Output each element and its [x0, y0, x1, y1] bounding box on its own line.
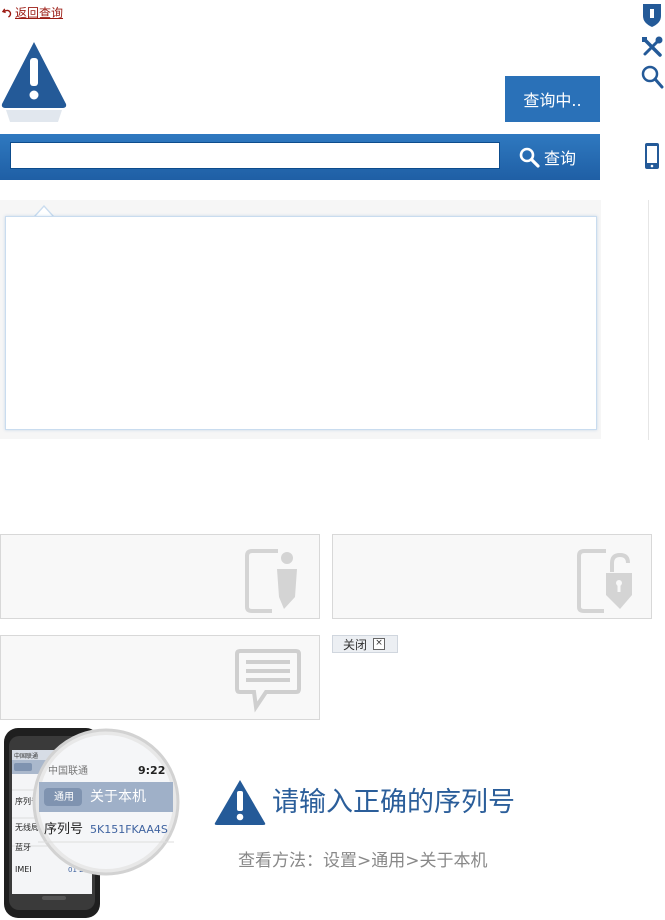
search-button[interactable]: 查询 [518, 143, 588, 171]
search-bar: 查询 [0, 134, 600, 180]
info-card-message[interactable] [0, 635, 320, 720]
info-card-lock[interactable] [332, 534, 652, 619]
tools-icon[interactable] [640, 35, 664, 61]
notice-hint: 查看方法：设置>通用>关于本机 [238, 851, 488, 871]
warning-icon [1, 42, 67, 122]
search-button-label: 查询 [544, 149, 577, 168]
phone-carrier: 中国联通 [48, 764, 88, 777]
phone-row-bluetooth: 蓝牙 [15, 842, 31, 852]
person-tablet-icon [245, 549, 297, 613]
notice-warning-icon [214, 780, 266, 825]
phone-row-imei: IMEI [15, 865, 32, 874]
side-divider [648, 200, 649, 440]
phone-back-label: 通用 [54, 791, 74, 803]
message-bubble-icon [235, 649, 301, 713]
phone-nav-title: 关于本机 [90, 789, 146, 805]
serial-search-input[interactable] [10, 142, 500, 169]
mobile-phone-icon[interactable] [640, 142, 664, 170]
phone-row-wifi: 无线局 [15, 822, 39, 832]
shield-icon[interactable] [640, 2, 664, 28]
search-icon[interactable] [640, 64, 664, 90]
info-card-person[interactable] [0, 534, 320, 619]
result-pointer [34, 205, 54, 217]
close-tag[interactable]: 关闭 × [332, 635, 398, 653]
iphone-about-illustration: 中国联通 序列号 无线局 蓝牙 IMEI 01 2 通用 关于本机 中国联通 9… [4, 728, 180, 918]
back-link[interactable]: 返回查询 [2, 4, 63, 21]
search-icon [519, 147, 540, 168]
querying-status-button[interactable]: 查询中.. [505, 76, 600, 122]
close-tag-label: 关闭 [343, 637, 368, 652]
result-content-box [5, 216, 597, 430]
phone-time: 9:22 [138, 764, 165, 777]
phone-carrier-small: 中国联通 [14, 752, 38, 760]
phone-serial-value: 5K151FKAA4S [90, 823, 168, 836]
return-arrow-icon [2, 8, 12, 18]
back-link-label: 返回查询 [15, 6, 64, 20]
phone-serial-label: 序列号 [44, 822, 83, 837]
close-icon[interactable]: × [373, 638, 386, 650]
notice-title: 请输入正确的序列号 [272, 787, 515, 818]
lock-tablet-icon [577, 549, 632, 613]
querying-status-label: 查询中.. [523, 91, 582, 110]
result-panel [0, 200, 601, 439]
